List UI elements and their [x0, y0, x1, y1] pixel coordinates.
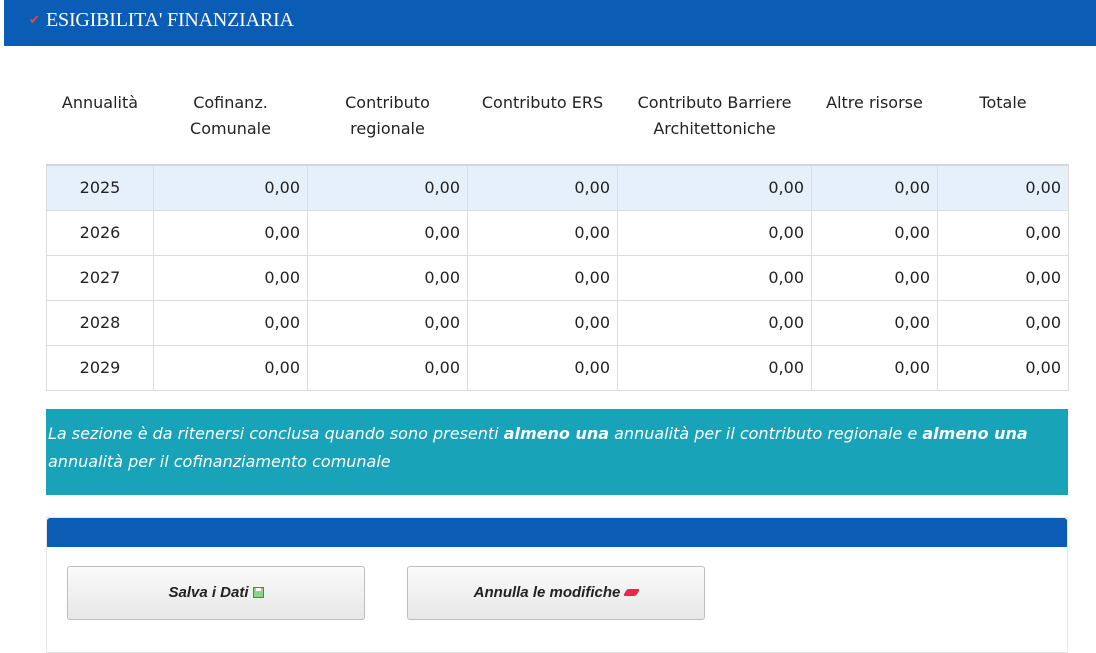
ers-cell[interactable]: 0,00: [467, 299, 618, 346]
actions-panel-header: [47, 518, 1067, 547]
ers-cell[interactable]: 0,00: [467, 164, 618, 211]
year-cell: 2029: [46, 344, 154, 391]
table-row[interactable]: 2026 0,00 0,00 0,00 0,00 0,00 0,00: [46, 209, 1069, 256]
altre-cell[interactable]: 0,00: [811, 344, 938, 391]
notice-text: annualità per il contributo regionale e: [609, 424, 923, 443]
table-row[interactable]: 2028 0,00 0,00 0,00 0,00 0,00 0,00: [46, 299, 1069, 346]
barriere-cell[interactable]: 0,00: [617, 299, 812, 346]
altre-cell[interactable]: 0,00: [811, 299, 938, 346]
totale-cell: 0,00: [937, 344, 1069, 391]
table-row[interactable]: 2027 0,00 0,00 0,00 0,00 0,00 0,00: [46, 254, 1069, 301]
table-row[interactable]: 2025 0,00 0,00 0,00 0,00 0,00 0,00: [46, 164, 1069, 211]
ers-cell[interactable]: 0,00: [467, 254, 618, 301]
column-header-regionale: Contributo regionale: [345, 93, 430, 138]
cofinanz-cell[interactable]: 0,00: [153, 209, 308, 256]
column-header-cofinanz: Cofinanz. Comunale: [190, 93, 271, 138]
financial-table: Annualità Cofinanz. Comunale Contributo …: [46, 90, 1069, 391]
table-header-row: Annualità Cofinanz. Comunale Contributo …: [47, 90, 1069, 165]
ers-cell[interactable]: 0,00: [467, 209, 618, 256]
barriere-cell[interactable]: 0,00: [617, 209, 812, 256]
year-cell: 2026: [46, 209, 154, 256]
totale-cell: 0,00: [937, 299, 1069, 346]
column-header-ers: Contributo ERS: [481, 93, 604, 112]
barriere-cell[interactable]: 0,00: [617, 164, 812, 211]
regionale-cell[interactable]: 0,00: [307, 299, 468, 346]
regionale-cell[interactable]: 0,00: [307, 344, 468, 391]
year-cell: 2025: [46, 164, 154, 211]
column-header-barriere: Contributo Barriere Architettoniche: [637, 93, 792, 138]
regionale-cell[interactable]: 0,00: [307, 254, 468, 301]
column-header-altre: Altre risorse: [826, 93, 923, 112]
year-cell: 2027: [46, 254, 154, 301]
cofinanz-cell[interactable]: 0,00: [153, 164, 308, 211]
section-title: ESIGIBILITA' FINANZIARIA: [46, 9, 294, 31]
cofinanz-cell[interactable]: 0,00: [153, 344, 308, 391]
regionale-cell[interactable]: 0,00: [307, 209, 468, 256]
totale-cell: 0,00: [937, 164, 1069, 211]
notice-emphasis: almeno una: [503, 424, 610, 443]
regionale-cell[interactable]: 0,00: [307, 164, 468, 211]
section-header[interactable]: ✔ ESIGIBILITA' FINANZIARIA: [4, 0, 1096, 46]
cancel-button[interactable]: Annulla le modifiche: [407, 566, 705, 620]
barriere-cell[interactable]: 0,00: [617, 344, 812, 391]
info-notice: La sezione è da ritenersi conclusa quand…: [46, 409, 1068, 495]
barriere-cell[interactable]: 0,00: [617, 254, 812, 301]
notice-text: annualità per il cofinanziamento comunal…: [48, 452, 391, 471]
save-button[interactable]: Salva i Dati: [67, 566, 365, 620]
cofinanz-cell[interactable]: 0,00: [153, 299, 308, 346]
column-header-annualita: Annualità: [61, 93, 139, 112]
altre-cell[interactable]: 0,00: [811, 209, 938, 256]
eraser-icon: [623, 589, 641, 596]
totale-cell: 0,00: [937, 209, 1069, 256]
altre-cell[interactable]: 0,00: [811, 254, 938, 301]
totale-cell: 0,00: [937, 254, 1069, 301]
cofinanz-cell[interactable]: 0,00: [153, 254, 308, 301]
cancel-button-label: Annulla le modifiche: [473, 584, 621, 601]
save-button-label: Salva i Dati: [168, 584, 249, 601]
notice-text: La sezione è da ritenersi conclusa quand…: [48, 424, 504, 443]
actions-panel: Salva i Dati Annulla le modifiche: [46, 517, 1068, 653]
column-header-totale: Totale: [979, 93, 1027, 112]
notice-emphasis: almeno una: [922, 424, 1028, 443]
year-cell: 2028: [46, 299, 154, 346]
ers-cell[interactable]: 0,00: [467, 344, 618, 391]
check-icon: ✔: [29, 13, 40, 28]
altre-cell[interactable]: 0,00: [811, 164, 938, 211]
save-icon: [252, 587, 264, 598]
table-row[interactable]: 2029 0,00 0,00 0,00 0,00 0,00 0,00: [46, 344, 1069, 391]
